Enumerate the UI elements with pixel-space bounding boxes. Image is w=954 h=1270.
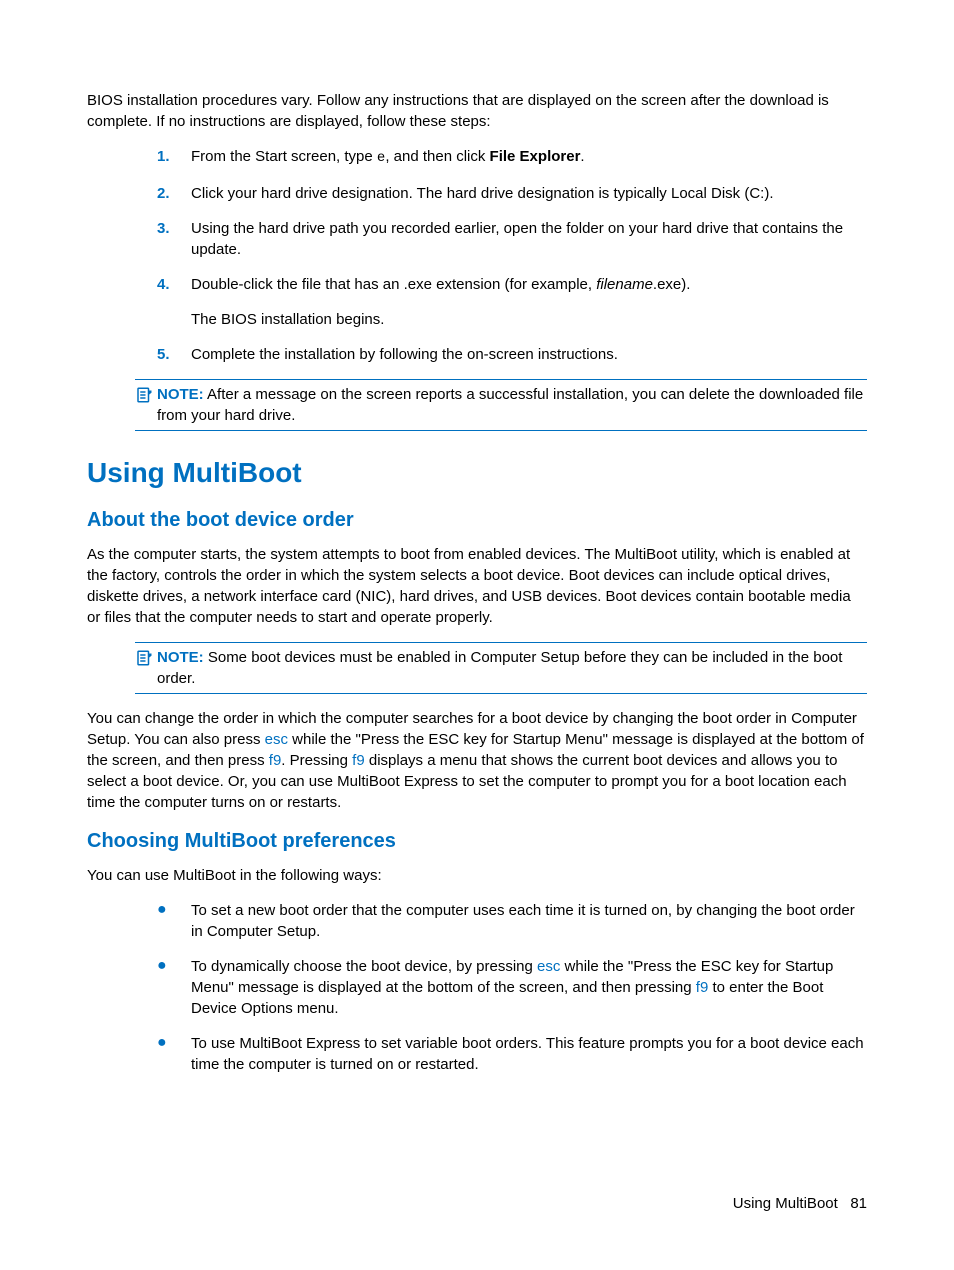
list-item-body: To dynamically choose the boot device, b… — [191, 956, 867, 1019]
paragraph: As the computer starts, the system attem… — [87, 544, 867, 628]
note-label: NOTE: — [157, 386, 204, 403]
step-body: Complete the installation by following t… — [191, 344, 867, 365]
bullet-icon: ● — [157, 1033, 191, 1075]
step-4: 4. Double-click the file that has an .ex… — [157, 274, 867, 330]
step-number: 5. — [157, 344, 191, 365]
note-block: NOTE: After a message on the screen repo… — [135, 379, 867, 431]
note-icon — [135, 384, 157, 410]
step-number: 4. — [157, 274, 191, 330]
numbered-steps: 1. From the Start screen, type e, and th… — [157, 146, 867, 365]
step-number: 2. — [157, 183, 191, 204]
step-body: Double-click the file that has an .exe e… — [191, 274, 867, 330]
list-item-body: To set a new boot order that the compute… — [191, 900, 867, 942]
heading-1: Using MultiBoot — [87, 453, 867, 492]
step-3: 3. Using the hard drive path you recorde… — [157, 218, 867, 260]
step-2: 2. Click your hard drive designation. Th… — [157, 183, 867, 204]
paragraph: You can change the order in which the co… — [87, 708, 867, 813]
intro-paragraph: BIOS installation procedures vary. Follo… — [87, 90, 867, 132]
document-page: BIOS installation procedures vary. Follo… — [0, 0, 954, 1270]
step-body: Click your hard drive designation. The h… — [191, 183, 867, 204]
step-5: 5. Complete the installation by followin… — [157, 344, 867, 365]
note-icon — [135, 647, 157, 673]
note-body: NOTE: Some boot devices must be enabled … — [157, 647, 867, 689]
paragraph: You can use MultiBoot in the following w… — [87, 865, 867, 886]
step-1: 1. From the Start screen, type e, and th… — [157, 146, 867, 169]
step-body: Using the hard drive path you recorded e… — [191, 218, 867, 260]
bullet-icon: ● — [157, 900, 191, 942]
footer-page-number: 81 — [850, 1195, 867, 1212]
step-body: From the Start screen, type e, and then … — [191, 146, 867, 169]
step-number: 3. — [157, 218, 191, 260]
list-item: ● To use MultiBoot Express to set variab… — [157, 1033, 867, 1075]
bullet-icon: ● — [157, 956, 191, 1019]
heading-2-boot-order: About the boot device order — [87, 506, 867, 534]
step-subparagraph: The BIOS installation begins. — [191, 309, 867, 330]
bullet-list: ● To set a new boot order that the compu… — [157, 900, 867, 1075]
note-block: NOTE: Some boot devices must be enabled … — [135, 642, 867, 694]
list-item: ● To dynamically choose the boot device,… — [157, 956, 867, 1019]
list-item-body: To use MultiBoot Express to set variable… — [191, 1033, 867, 1075]
list-item: ● To set a new boot order that the compu… — [157, 900, 867, 942]
note-label: NOTE: — [157, 649, 204, 666]
step-number: 1. — [157, 146, 191, 169]
note-body: NOTE: After a message on the screen repo… — [157, 384, 867, 426]
page-footer: Using MultiBoot 81 — [733, 1193, 867, 1214]
heading-2-preferences: Choosing MultiBoot preferences — [87, 827, 867, 855]
footer-section: Using MultiBoot — [733, 1195, 838, 1212]
